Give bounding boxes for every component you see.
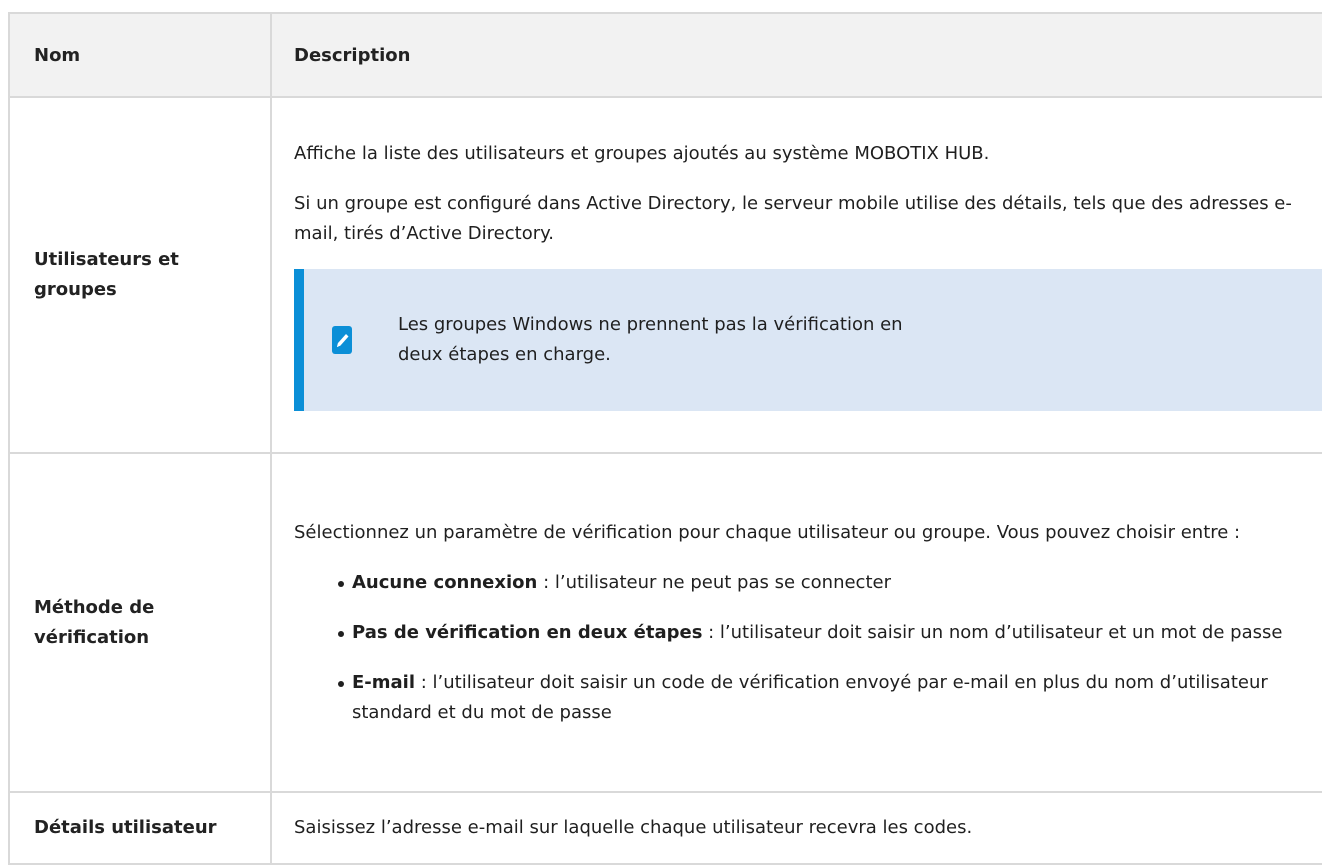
table-header-row: Nom Description bbox=[8, 12, 1322, 98]
note-callout: Les groupes Windows ne prennent pas la v… bbox=[294, 269, 1322, 411]
description-paragraph: Affiche la liste des utilisateurs et gro… bbox=[294, 143, 990, 164]
option-text: : l’utilisateur doit saisir un nom d’uti… bbox=[702, 621, 1283, 643]
pencil-icon bbox=[332, 326, 352, 354]
header-name: Nom bbox=[8, 12, 272, 98]
option-text: : l’utilisateur doit saisir un code de v… bbox=[352, 671, 1268, 723]
settings-table: Nom Description Utilisateurs et groupes … bbox=[8, 12, 1322, 865]
options-list: Aucune connexion : l’utilisateur ne peut… bbox=[294, 568, 1322, 728]
row-description-users-groups: Affiche la liste des utilisateurs et gro… bbox=[270, 96, 1322, 454]
table-row: Méthode de vérification Sélectionnez un … bbox=[8, 452, 1322, 793]
option-term: Aucune connexion bbox=[352, 571, 538, 593]
description-intro: Sélectionnez un paramètre de vérificatio… bbox=[294, 521, 1241, 543]
table-row: Utilisateurs et groupes Affiche la liste… bbox=[8, 96, 1322, 454]
row-description-user-details: Saisissez l’adresse e-mail sur laquelle … bbox=[270, 791, 1322, 865]
list-item: Aucune connexion : l’utilisateur ne peut… bbox=[338, 568, 1322, 598]
note-text: Les groupes Windows ne prennent pas la v… bbox=[398, 314, 903, 365]
table-row: Détails utilisateur Saisissez l’adresse … bbox=[8, 791, 1322, 865]
row-description-verification-method: Sélectionnez un paramètre de vérificatio… bbox=[270, 452, 1322, 793]
option-text: : l’utilisateur ne peut pas se connecter bbox=[537, 571, 891, 593]
header-description: Description bbox=[270, 12, 1322, 98]
list-item: E-mail : l’utilisateur doit saisir un co… bbox=[338, 668, 1322, 728]
option-term: Pas de vérification en deux étapes bbox=[352, 621, 703, 643]
row-name-user-details: Détails utilisateur bbox=[8, 791, 272, 865]
list-item: Pas de vérification en deux étapes : l’u… bbox=[338, 618, 1322, 648]
option-term: E-mail bbox=[352, 671, 416, 693]
description-paragraph: Si un groupe est configuré dans Active D… bbox=[294, 193, 1292, 244]
row-name-users-groups: Utilisateurs et groupes bbox=[8, 96, 272, 454]
row-name-verification-method: Méthode de vérification bbox=[8, 452, 272, 793]
